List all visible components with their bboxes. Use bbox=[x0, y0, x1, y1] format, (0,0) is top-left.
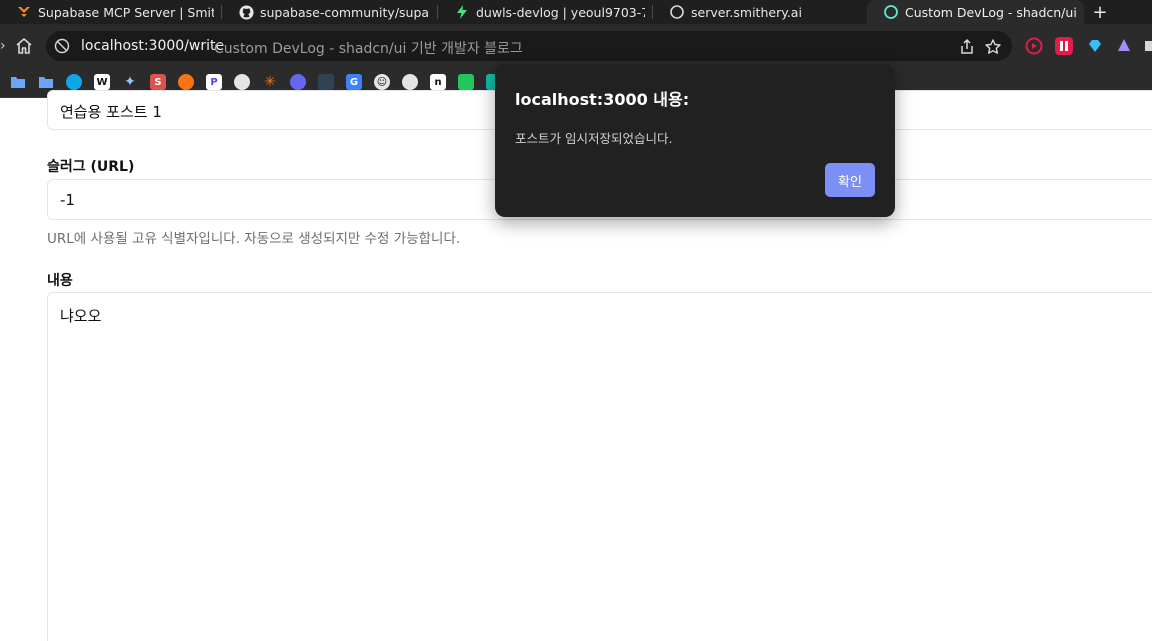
swirl-icon[interactable] bbox=[402, 74, 418, 90]
globe-icon bbox=[669, 4, 685, 20]
slug-label: 슬러그 (URL) bbox=[47, 159, 135, 175]
purple-extension-icon[interactable] bbox=[1115, 37, 1133, 55]
s-app-icon[interactable]: S bbox=[150, 74, 166, 90]
tab-strip: Supabase MCP Server | Smith supabase-com… bbox=[0, 0, 1152, 24]
pause-extension-icon[interactable] bbox=[1055, 37, 1073, 55]
smithery-icon bbox=[16, 4, 32, 20]
claude-icon[interactable]: ✳ bbox=[262, 74, 278, 90]
new-tab-button[interactable]: + bbox=[1084, 0, 1116, 24]
bookmark-star-icon[interactable] bbox=[984, 38, 1002, 56]
openai-icon[interactable] bbox=[234, 74, 250, 90]
plus-icon: + bbox=[1092, 1, 1108, 23]
dark-app-icon[interactable] bbox=[318, 74, 334, 90]
sparkle-icon[interactable]: ✦ bbox=[122, 74, 138, 90]
folder-icon[interactable] bbox=[10, 74, 26, 90]
face-icon[interactable]: ☺ bbox=[374, 74, 390, 90]
page-title-text: Custom DevLog - shadcn/ui 기반 개발자 블로그 bbox=[214, 41, 523, 57]
tab-custom-devlog[interactable]: Custom DevLog - shadcn/ui 7 bbox=[867, 0, 1084, 24]
dialog-title: localhost:3000 내용: bbox=[515, 90, 690, 109]
home-icon[interactable] bbox=[14, 36, 34, 56]
translate-icon[interactable]: G bbox=[346, 74, 362, 90]
ok-button[interactable]: 확인 bbox=[825, 163, 875, 197]
github-icon bbox=[238, 4, 254, 20]
loading-icon bbox=[883, 4, 899, 20]
browser-toolbar: › localhost:3000/write Custom DevLog - s… bbox=[0, 24, 1152, 68]
site-info-icon[interactable] bbox=[54, 38, 70, 54]
record-extension-icon[interactable] bbox=[1025, 37, 1043, 55]
tab-server-smithery[interactable]: server.smithery.ai bbox=[653, 0, 867, 24]
p-app-icon[interactable]: P bbox=[206, 74, 222, 90]
vercel-bolt-icon bbox=[454, 4, 470, 20]
tab-duwls-devlog[interactable]: duwls-devlog | yeoul9703-707 bbox=[438, 0, 653, 24]
blue-swirl-icon[interactable] bbox=[290, 74, 306, 90]
alert-dialog: localhost:3000 내용: 포스트가 임시저장되었습니다. 확인 bbox=[495, 64, 895, 217]
slug-hint: URL에 사용될 고유 식별자입니다. 자동으로 생성되지만 수정 가능합니다. bbox=[47, 231, 461, 247]
tab-github-supabase[interactable]: supabase-community/supabas bbox=[222, 0, 438, 24]
orange-app-icon[interactable] bbox=[178, 74, 194, 90]
dialog-message: 포스트가 임시저장되었습니다. bbox=[515, 131, 673, 146]
tab-supabase-mcp[interactable]: Supabase MCP Server | Smith bbox=[0, 0, 222, 24]
folder-icon[interactable] bbox=[38, 74, 54, 90]
wiki-w-icon[interactable]: W bbox=[94, 74, 110, 90]
forward-arrow-icon[interactable]: › bbox=[0, 38, 6, 54]
content-textarea[interactable]: 냐오오 bbox=[47, 292, 1152, 641]
edge-icon[interactable] bbox=[66, 74, 82, 90]
map-pin-icon[interactable] bbox=[458, 74, 474, 90]
url-text: localhost:3000/write bbox=[81, 38, 225, 54]
gem-extension-icon[interactable] bbox=[1086, 37, 1104, 55]
n-app-icon[interactable]: n bbox=[430, 74, 446, 90]
address-bar[interactable]: localhost:3000/write Custom DevLog - sha… bbox=[46, 31, 1012, 61]
content-label: 내용 bbox=[47, 273, 73, 289]
share-icon[interactable] bbox=[958, 38, 976, 56]
puzzle-extension-icon[interactable] bbox=[1143, 37, 1152, 55]
